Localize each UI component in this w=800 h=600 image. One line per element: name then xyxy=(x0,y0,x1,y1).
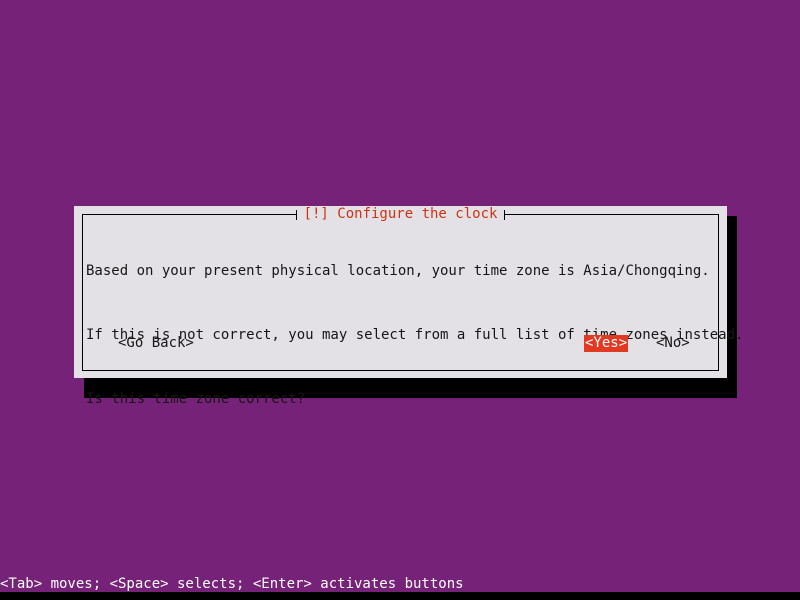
body-line-question: Is this time zone correct? xyxy=(86,391,306,407)
installer-screen: [!] Configure the clock Based on your pr… xyxy=(0,0,800,600)
yes-button[interactable]: <Yes> xyxy=(584,335,629,352)
configure-clock-dialog: [!] Configure the clock Based on your pr… xyxy=(74,206,743,407)
dialog-frame-right xyxy=(718,214,719,371)
body-line-location: Based on your present physical location,… xyxy=(86,263,710,279)
no-button[interactable]: <No> xyxy=(656,335,690,352)
title-rule-left xyxy=(74,206,297,223)
dialog-frame-left xyxy=(82,214,83,371)
status-bar-help-text: <Tab> moves; <Space> selects; <Enter> ac… xyxy=(0,576,464,592)
screen-bottom-strip xyxy=(0,592,800,600)
dialog-title: [!] Configure the clock xyxy=(303,206,498,222)
title-rule-right xyxy=(504,206,727,223)
go-back-button[interactable]: <Go Back> xyxy=(118,335,194,352)
dialog-button-row: <Go Back> <Yes> <No> xyxy=(86,335,718,352)
dialog-title-bar: [!] Configure the clock xyxy=(74,206,727,223)
